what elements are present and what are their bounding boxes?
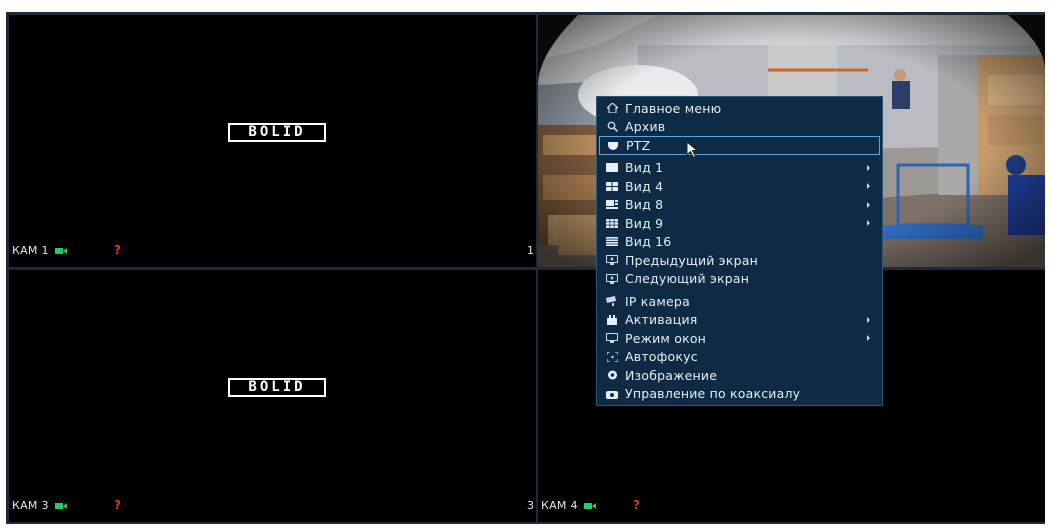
tile-number: 3 [527,499,534,512]
menu-item-label: Вид 4 [625,178,664,194]
layout-4-icon [605,180,619,192]
layout-9-icon [605,217,619,229]
submenu-arrow-icon [867,335,870,342]
menu-item-label: Архив [625,119,666,135]
camera-label: КАМ 4 [541,499,596,512]
camera-name: КАМ 1 [12,244,49,257]
menu-item-label: Следующий экран [625,271,750,287]
menu-item-ptz[interactable]: PTZ [599,136,880,155]
submenu-arrow-icon [867,164,870,171]
camera-tile-1[interactable]: BOLID КАМ 1 ? 1 [9,15,536,267]
menu-item-activation[interactable]: Активация [599,311,880,330]
menu-item-view-9[interactable]: Вид 9 [599,214,880,233]
menu-item-label: Управление по коаксиалу [625,386,801,402]
submenu-arrow-icon [867,220,870,227]
window-mode-icon [605,332,619,344]
menu-item-label: Вид 16 [625,234,672,250]
menu-item-main-menu[interactable]: Главное меню [599,99,880,118]
menu-item-ip-camera[interactable]: IP камера [599,292,880,311]
record-icon [54,502,67,509]
camera-label: КАМ 1 [12,244,67,257]
camera-name: КАМ 4 [541,499,578,512]
menu-item-label: Вид 9 [625,215,664,231]
menu-item-label: Режим окон [625,330,707,346]
home-icon [605,102,619,114]
ip-camera-icon [605,295,619,307]
menu-item-label: Предыдущий экран [625,252,758,268]
menu-item-label: Активация [625,312,698,328]
menu-item-label: Вид 1 [625,160,664,176]
menu-item-view-4[interactable]: Вид 4 [599,177,880,196]
menu-item-previous-screen[interactable]: Предыдущий экран [599,251,880,270]
menu-item-coax-control[interactable]: Управление по коаксиалу [599,385,880,404]
menu-item-window-mode[interactable]: Режим окон [599,329,880,348]
menu-item-label: Изображение [625,367,718,383]
menu-item-image[interactable]: Изображение [599,366,880,385]
warning-icon: ? [114,498,121,512]
submenu-arrow-icon [867,316,870,323]
layout-8-icon [605,199,619,211]
submenu-arrow-icon [867,183,870,190]
camera-name: КАМ 3 [12,499,49,512]
coax-control-icon [605,388,619,400]
camera-label: КАМ 3 [12,499,67,512]
warning-icon: ? [633,498,640,512]
record-icon [54,247,67,254]
menu-item-view-1[interactable]: Вид 1 [599,159,880,178]
layout-16-icon [605,236,619,248]
menu-item-label: IP камера [625,293,690,309]
submenu-arrow-icon [867,201,870,208]
layout-1-icon [605,162,619,174]
menu-item-view-8[interactable]: Вид 8 [599,196,880,215]
menu-item-label: PTZ [626,137,651,153]
nvr-screen: BOLID КАМ 1 ? 1 BOLID КАМ 3 ? 3 КАМ 4 ? [6,12,1045,524]
menu-item-label: Главное меню [625,100,722,116]
menu-item-archive[interactable]: Архив [599,118,880,137]
bolid-logo: BOLID [228,378,326,397]
previous-screen-icon [605,254,619,266]
menu-item-view-16[interactable]: Вид 16 [599,233,880,252]
camera-tile-3[interactable]: BOLID КАМ 3 ? 3 [9,270,536,522]
search-icon [605,121,619,133]
context-menu: Главное меню Архив PTZ Вид 1 Вид 4 Вид 8… [596,96,883,406]
tile-number: 1 [527,244,534,257]
record-icon [583,502,596,509]
activation-icon [605,314,619,326]
menu-item-label: Вид 8 [625,197,664,213]
menu-item-next-screen[interactable]: Следующий экран [599,270,880,289]
autofocus-icon [605,351,619,363]
image-icon [605,369,619,381]
mouse-cursor-icon [686,140,700,163]
next-screen-icon [605,273,619,285]
warning-icon: ? [114,243,121,257]
ptz-camera-icon [606,139,620,151]
menu-item-autofocus[interactable]: Автофокус [599,348,880,367]
bolid-logo: BOLID [228,123,326,142]
menu-item-label: Автофокус [625,349,698,365]
